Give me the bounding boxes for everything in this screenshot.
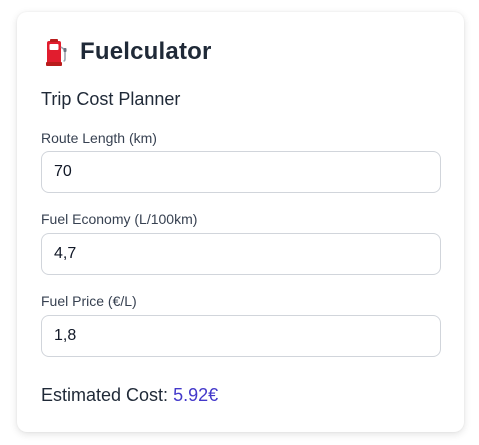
app-header: Fuelculator [46,38,212,66]
planner-subtitle: Trip Cost Planner [41,89,181,109]
estimated-cost-label: Estimated Cost: [41,385,169,405]
estimated-cost: Estimated Cost: 5.92€ [41,385,218,406]
app-title: Fuelculator [80,38,212,65]
fuel-price-input[interactable] [41,315,441,357]
fuel-economy-input[interactable] [41,233,441,275]
estimated-cost-value: 5.92€ [173,385,219,405]
fuel-price-label: Fuel Price (€/L) [41,293,137,309]
route-length-label: Route Length (km) [41,130,157,146]
route-length-input[interactable] [41,151,441,193]
fuel-pump-icon [46,38,68,66]
calculator-card: Fuelculator Trip Cost Planner Route Leng… [17,12,464,432]
fuel-economy-label: Fuel Economy (L/100km) [41,211,198,227]
